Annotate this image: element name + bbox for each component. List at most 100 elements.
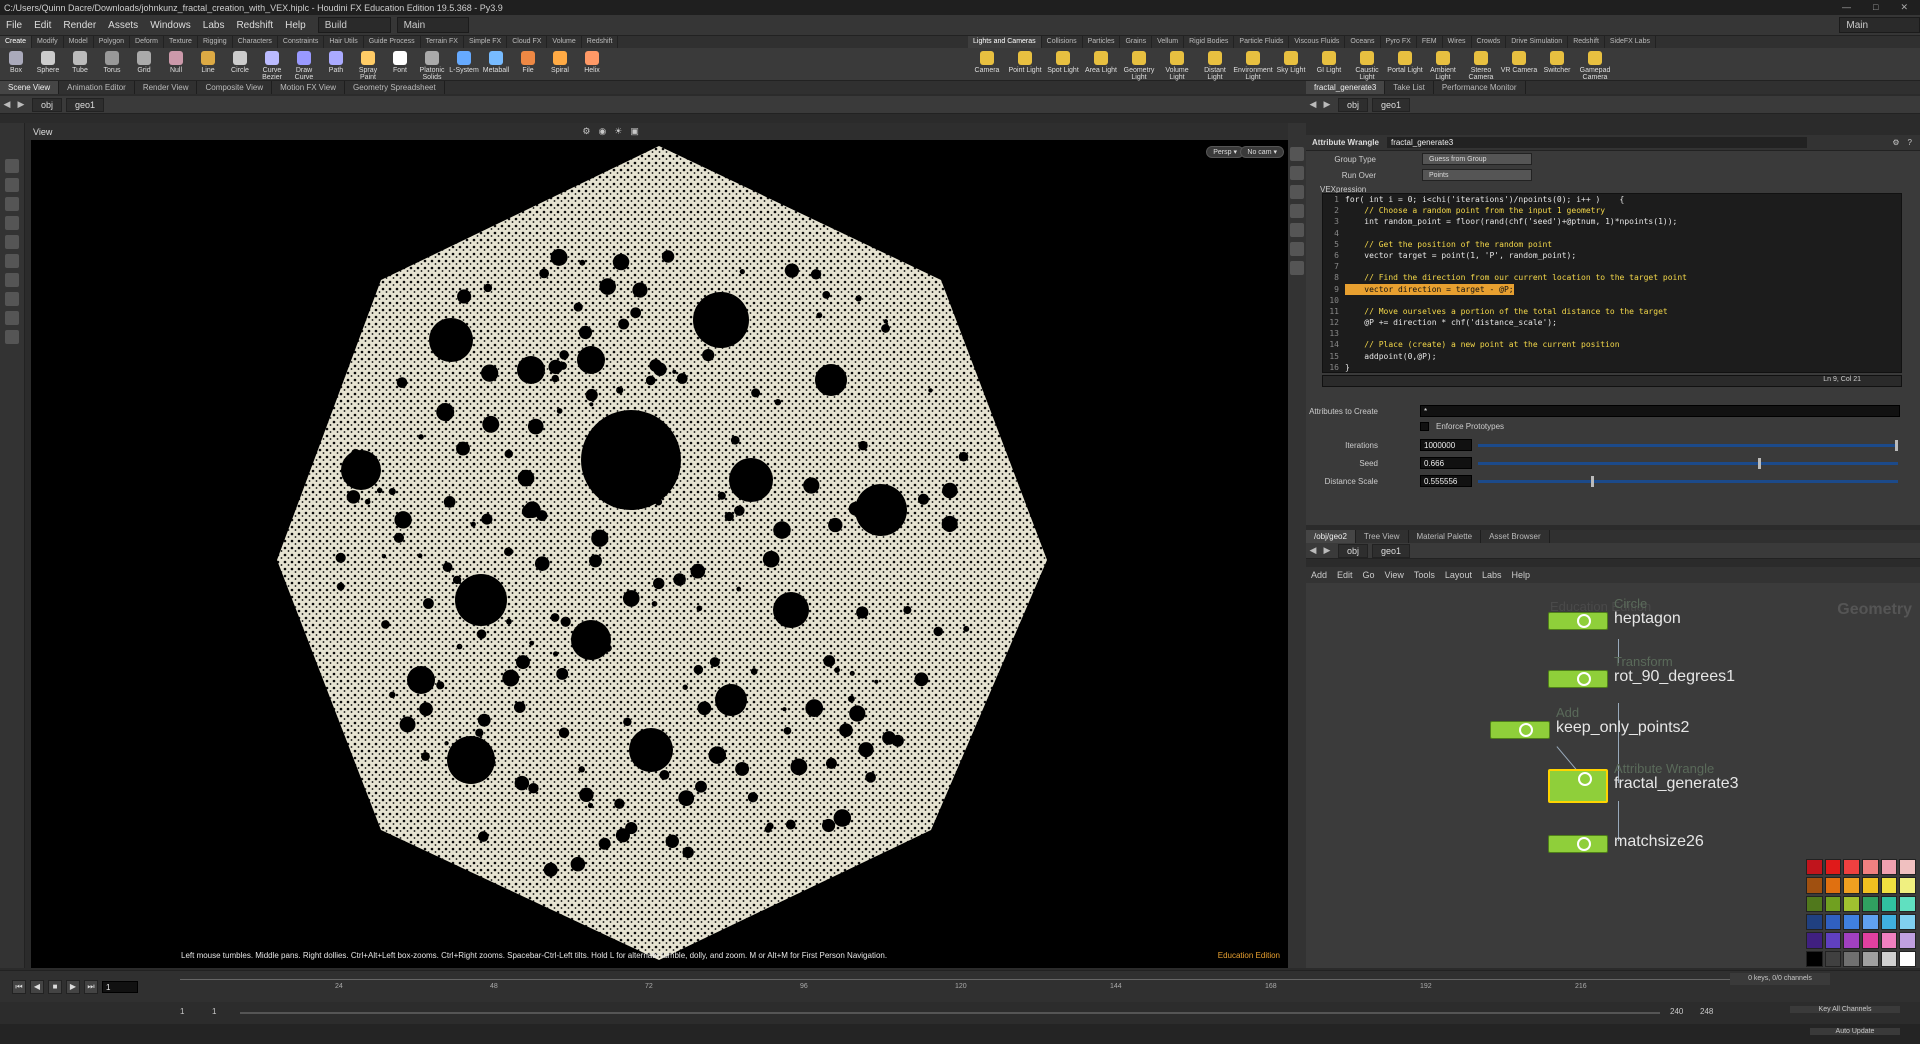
seed-input[interactable]: 0.666 xyxy=(1420,457,1472,469)
rotate-tool-icon[interactable] xyxy=(5,197,19,211)
back-icon[interactable]: ◀ xyxy=(1306,99,1320,110)
right-main-dropdown[interactable]: Main xyxy=(1839,17,1920,33)
run-over-dropdown[interactable]: Points xyxy=(1422,169,1532,181)
color-swatch[interactable] xyxy=(1880,913,1898,931)
menu-file[interactable]: File xyxy=(0,20,28,31)
shelf-tab[interactable]: Deform xyxy=(130,36,164,48)
pane-tab[interactable]: Geometry Spreadsheet xyxy=(345,81,445,94)
color-swatch[interactable] xyxy=(1806,877,1823,894)
shelf-tool[interactable]: Sphere xyxy=(32,48,64,81)
forward-icon[interactable]: ▶ xyxy=(1320,545,1334,556)
timeline-ruler[interactable]: 24 48 72 96 120 144 168 192 216 xyxy=(180,979,1730,999)
path-geo[interactable]: geo1 xyxy=(66,97,105,112)
color-swatch[interactable] xyxy=(1861,895,1879,912)
color-swatch[interactable] xyxy=(1824,895,1842,912)
node-rot_90_degrees1[interactable] xyxy=(1548,670,1608,688)
color-swatch[interactable] xyxy=(1843,932,1860,949)
shelf-tab[interactable]: Rigid Bodies xyxy=(1184,36,1235,48)
view-tool-icon[interactable] xyxy=(5,311,19,325)
shelf-tab[interactable]: Guide Process xyxy=(364,36,421,48)
render-region-icon[interactable] xyxy=(5,330,19,344)
shelf-tab[interactable]: Modify xyxy=(32,36,64,48)
forward-icon[interactable]: ▶ xyxy=(14,99,28,110)
menu-assets[interactable]: Assets xyxy=(102,20,144,31)
select-tool-icon[interactable] xyxy=(5,159,19,173)
main-dropdown[interactable]: Main xyxy=(396,17,470,33)
settings-gear-icon[interactable]: ⚙ xyxy=(1892,138,1907,147)
shelf-tool[interactable]: Area Light xyxy=(1082,48,1120,81)
color-swatch[interactable] xyxy=(1880,877,1898,894)
help-icon[interactable]: ? xyxy=(1908,138,1920,147)
shelf-tab[interactable]: Simple FX xyxy=(464,36,508,48)
display-options-icon[interactable]: ⚙ xyxy=(582,126,590,137)
shelf-tool[interactable]: Null xyxy=(160,48,192,81)
shelf-tool[interactable]: Portal Light xyxy=(1386,48,1424,81)
shelf-tab[interactable]: Vellum xyxy=(1152,36,1185,48)
distance-scale-input[interactable]: 0.555556 xyxy=(1420,475,1472,487)
path-obj[interactable]: obj xyxy=(1338,543,1369,558)
handle-tool-icon[interactable] xyxy=(5,235,19,249)
range-start2[interactable]: 1 xyxy=(212,1007,216,1016)
shelf-tool[interactable]: Geometry Light xyxy=(1120,48,1158,81)
color-swatch[interactable] xyxy=(1899,859,1916,876)
color-palette[interactable] xyxy=(1806,859,1916,967)
menu-edit[interactable]: Edit xyxy=(28,20,57,31)
node-keep_only_points2[interactable] xyxy=(1490,721,1550,739)
shelf-tab[interactable]: Model xyxy=(64,36,94,48)
shelf-tab[interactable]: Polygon xyxy=(94,36,131,48)
color-swatch[interactable] xyxy=(1806,913,1823,931)
color-swatch[interactable] xyxy=(1806,859,1823,876)
shelf-tool[interactable]: Helix xyxy=(576,48,608,81)
shelf-tab[interactable]: SideFX Labs xyxy=(1605,36,1656,48)
auto-update-button[interactable]: Auto Update xyxy=(1810,1028,1900,1035)
play-icon[interactable]: ▶ xyxy=(66,980,80,994)
shelf-tool[interactable]: Draw Curve xyxy=(288,48,320,81)
color-swatch[interactable] xyxy=(1861,932,1879,949)
shelf-tool[interactable]: Caustic Light xyxy=(1348,48,1386,81)
range-slider[interactable] xyxy=(240,1012,1660,1014)
shelf-tab[interactable]: Rigging xyxy=(198,36,233,48)
network-menu-item[interactable]: View xyxy=(1380,570,1409,580)
shelf-tool[interactable]: Camera xyxy=(968,48,1006,81)
visualizer-icon[interactable] xyxy=(1290,261,1304,275)
color-swatch[interactable] xyxy=(1861,913,1879,931)
shelf-tool[interactable]: Torus xyxy=(96,48,128,81)
current-frame-input[interactable]: 1 xyxy=(102,981,138,993)
color-swatch[interactable] xyxy=(1899,895,1916,912)
color-swatch[interactable] xyxy=(1880,932,1898,949)
color-swatch[interactable] xyxy=(1843,877,1860,894)
pane-tab[interactable]: Scene View xyxy=(0,81,60,94)
distance-scale-slider[interactable] xyxy=(1478,480,1898,483)
scene-viewport[interactable]: Persp ▾ No cam ▾ Left mouse tumbles. Mid… xyxy=(31,140,1288,968)
pane-tab[interactable]: Material Palette xyxy=(1409,530,1482,543)
color-swatch[interactable] xyxy=(1843,895,1860,912)
grid-icon[interactable] xyxy=(1290,242,1304,256)
camera-icon[interactable]: ◉ xyxy=(598,126,606,137)
color-swatch[interactable] xyxy=(1824,913,1842,931)
color-swatch[interactable] xyxy=(1899,932,1916,949)
shelf-tool[interactable]: Point Light xyxy=(1006,48,1044,81)
shelf-tool[interactable]: Spot Light xyxy=(1044,48,1082,81)
color-swatch[interactable] xyxy=(1806,950,1823,967)
desktop-dropdown[interactable]: Build xyxy=(317,17,391,33)
node-matchsize26[interactable] xyxy=(1548,835,1608,853)
menu-labs[interactable]: Labs xyxy=(197,20,231,31)
color-swatch[interactable] xyxy=(1861,950,1879,967)
shelf-tab[interactable]: FEM xyxy=(1417,36,1443,48)
shelf-tab[interactable]: Grains xyxy=(1120,36,1153,48)
shelf-tab[interactable]: Particle Fluids xyxy=(1234,36,1290,48)
shelf-tool[interactable]: Platonic Solids xyxy=(416,48,448,81)
normals-icon[interactable] xyxy=(1290,223,1304,237)
points-display-icon[interactable] xyxy=(1290,204,1304,218)
pane-tab[interactable]: Motion FX View xyxy=(272,81,345,94)
shelf-tool[interactable]: Volume Light xyxy=(1158,48,1196,81)
menu-windows[interactable]: Windows xyxy=(144,20,197,31)
pane-tab[interactable]: Take List xyxy=(1385,81,1434,94)
shelf-tab[interactable]: Oceans xyxy=(1345,36,1381,48)
shelf-tool[interactable]: Spiral xyxy=(544,48,576,81)
shelf-tool[interactable]: VR Camera xyxy=(1500,48,1538,81)
node-name-field[interactable]: fractal_generate3 xyxy=(1386,137,1807,148)
shelf-tool[interactable]: Environment Light xyxy=(1233,48,1273,81)
node-fractal_generate3[interactable] xyxy=(1548,769,1608,803)
shelf-tab[interactable]: Collisions xyxy=(1042,36,1083,48)
